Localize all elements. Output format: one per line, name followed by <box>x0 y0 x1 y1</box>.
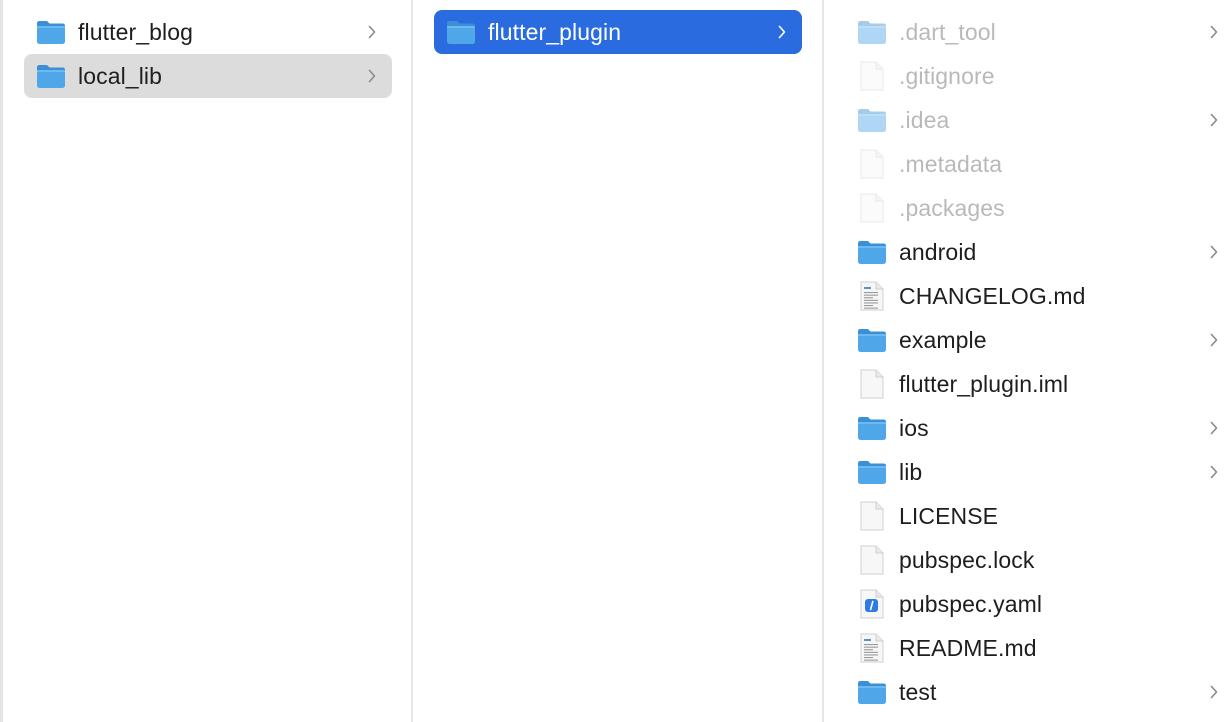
folder-icon <box>36 17 66 47</box>
chevron-right-icon <box>1208 684 1220 700</box>
folder-icon <box>857 325 887 355</box>
folder-row[interactable]: local_lib <box>24 54 392 98</box>
column-local-lib[interactable]: flutter_plugin <box>413 0 822 722</box>
folder-row[interactable]: android <box>845 230 1232 274</box>
blank-document-icon <box>857 61 887 91</box>
item-name: .packages <box>899 194 1005 221</box>
item-name: README.md <box>899 634 1037 661</box>
blank-document-icon <box>857 193 887 223</box>
file-row[interactable]: LICENSE <box>845 494 1232 538</box>
item-name: LICENSE <box>899 502 999 529</box>
blank-document-icon <box>857 149 887 179</box>
file-row[interactable]: .packages <box>845 186 1232 230</box>
blank-document-icon <box>857 369 887 399</box>
item-name: ios <box>899 414 929 441</box>
chevron-right-icon <box>366 68 378 84</box>
folder-icon <box>857 457 887 487</box>
folder-icon <box>446 17 476 47</box>
chevron-right-icon <box>1208 332 1220 348</box>
file-row[interactable]: .gitignore <box>845 54 1232 98</box>
folder-row[interactable]: example <box>845 318 1232 362</box>
text-document-icon <box>857 281 887 311</box>
folder-icon <box>857 17 887 47</box>
folder-row[interactable]: .idea <box>845 98 1232 142</box>
item-name: .idea <box>899 106 950 133</box>
file-row[interactable]: flutter_plugin.iml <box>845 362 1232 406</box>
item-name: local_lib <box>78 62 163 89</box>
chevron-right-icon <box>366 24 378 40</box>
item-name: CHANGELOG.md <box>899 282 1086 309</box>
folder-row[interactable]: lib <box>845 450 1232 494</box>
file-row[interactable]: README.md <box>845 626 1232 670</box>
item-name: example <box>899 326 987 353</box>
folder-icon <box>857 237 887 267</box>
item-name: .gitignore <box>899 62 995 89</box>
folder-icon <box>36 61 66 91</box>
chevron-right-icon <box>1208 112 1220 128</box>
item-name: pubspec.yaml <box>899 590 1043 617</box>
yaml-document-icon <box>857 589 887 619</box>
item-name: .dart_tool <box>899 18 996 45</box>
file-row[interactable]: CHANGELOG.md <box>845 274 1232 318</box>
item-name: lib <box>899 458 923 485</box>
item-name: flutter_blog <box>78 18 193 45</box>
folder-row[interactable]: flutter_plugin <box>434 10 802 54</box>
folder-row[interactable]: flutter_blog <box>24 10 392 54</box>
folder-row[interactable]: .dart_tool <box>845 10 1232 54</box>
item-name: flutter_plugin <box>488 18 622 45</box>
blank-document-icon <box>857 545 887 575</box>
folder-icon <box>857 413 887 443</box>
chevron-right-icon <box>1208 464 1220 480</box>
file-row[interactable]: pubspec.lock <box>845 538 1232 582</box>
item-name: .metadata <box>899 150 1003 177</box>
text-document-icon <box>857 633 887 663</box>
folder-row[interactable]: ios <box>845 406 1232 450</box>
file-row[interactable]: .metadata <box>845 142 1232 186</box>
file-row[interactable]: pubspec.yaml <box>845 582 1232 626</box>
column-flutter-plugin[interactable]: .dart_tool .gitignore .idea .metadata .packa… <box>824 0 1232 722</box>
item-name: pubspec.lock <box>899 546 1035 573</box>
item-name: test <box>899 678 937 705</box>
chevron-right-icon <box>1208 244 1220 260</box>
blank-document-icon <box>857 501 887 531</box>
folder-icon <box>857 105 887 135</box>
column-parent[interactable]: flutter_blog local_lib <box>3 0 411 722</box>
chevron-right-icon <box>1208 420 1220 436</box>
item-name: flutter_plugin.iml <box>899 370 1069 397</box>
finder-column-browser: flutter_blog local_lib flutter_plugin .da… <box>0 0 1232 722</box>
folder-icon <box>857 677 887 707</box>
chevron-right-icon <box>776 24 788 40</box>
folder-row[interactable]: test <box>845 670 1232 714</box>
chevron-right-icon <box>1208 24 1220 40</box>
item-name: android <box>899 238 977 265</box>
